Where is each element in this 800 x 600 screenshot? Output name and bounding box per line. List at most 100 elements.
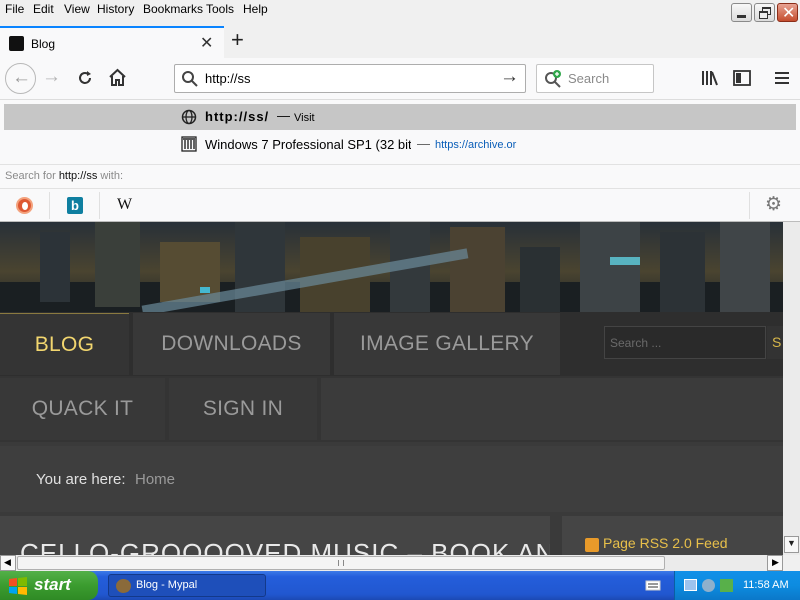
update-icon[interactable] (720, 579, 733, 592)
suggestion-action: Visit (294, 112, 315, 124)
go-arrow-icon[interactable]: → (500, 66, 519, 88)
url-suggestions-popup: http://ss/ — Visit Windows 7 Professiona… (0, 100, 800, 222)
suggestion-url: https://archive.or (435, 139, 517, 151)
one-off-search-engines: b W ⚙ (0, 188, 800, 222)
home-icon[interactable] (108, 68, 127, 87)
nav-quack-it[interactable]: QUACK IT (0, 378, 165, 440)
hero-banner-image (0, 222, 783, 312)
tab-blog[interactable]: Blog ✕ (0, 26, 224, 58)
search-with-label: Search for http://ss with: (0, 164, 800, 188)
suggestion-separator: — (277, 108, 290, 123)
archive-favicon-icon (181, 136, 197, 152)
favicon-icon (9, 36, 24, 51)
search-engine-icon (545, 70, 561, 88)
taskbar-window-title: Blog - Mypal (136, 579, 198, 591)
tab-title: Blog (31, 37, 56, 51)
system-tray: 11:58 AM (674, 571, 800, 600)
suggestion-row[interactable]: Windows 7 Professional SP1 (32 bit — htt… (4, 132, 796, 158)
url-bar[interactable]: http://ss → (174, 64, 526, 93)
globe-icon (181, 109, 197, 125)
duckduckgo-icon[interactable] (16, 197, 33, 214)
divider (749, 192, 750, 219)
chevron-down-icon: ▼ (787, 538, 796, 548)
suggestion-title: Windows 7 Professional SP1 (32 bit (205, 137, 411, 152)
forward-button[interactable]: → (42, 66, 61, 88)
library-icon[interactable] (701, 70, 719, 86)
chevron-left-icon: ◀ (4, 557, 11, 567)
nav-sign-in[interactable]: SIGN IN (169, 378, 317, 440)
search-with-suffix: with: (97, 170, 124, 182)
suggestion-separator: — (417, 136, 430, 151)
scroll-left-button[interactable]: ◀ (0, 555, 16, 571)
breadcrumb-label: You are here: (36, 471, 126, 488)
tab-bar: Blog ✕ + (0, 26, 800, 58)
rss-icon (585, 538, 599, 552)
site-nav-row-2: QUACK IT SIGN IN (0, 376, 783, 442)
bing-icon[interactable]: b (67, 197, 83, 214)
back-arrow-icon: ← (12, 67, 31, 88)
search-with-query: http://ss (58, 170, 98, 182)
article-panel: CELLO-GROOOOVED MUSIC – BOOK AND (0, 516, 550, 555)
menu-help[interactable]: Help (243, 2, 268, 16)
menu-file[interactable]: File (5, 2, 24, 16)
search-bar[interactable]: Search (536, 64, 654, 93)
start-button[interactable]: start (0, 571, 98, 600)
network-icon[interactable] (684, 579, 697, 591)
reload-icon[interactable] (76, 69, 94, 87)
minimize-icon (737, 15, 746, 18)
menu-view[interactable]: View (64, 2, 90, 16)
keyboard-icon[interactable] (645, 577, 661, 593)
vertical-scrollbar[interactable]: ▼ (783, 222, 800, 555)
windows-logo-icon (9, 577, 27, 595)
nav-blog[interactable]: BLOG (0, 313, 129, 375)
windows-taskbar: start Blog - Mypal 11:58 AM (0, 571, 800, 600)
site-nav-row-1: BLOG DOWNLOADS IMAGE GALLERY Search ... … (0, 312, 783, 376)
search-placeholder: Search (568, 71, 610, 86)
scroll-down-button[interactable]: ▼ (784, 536, 799, 553)
suggestion-row[interactable]: http://ss/ — Visit (4, 104, 796, 130)
menu-edit[interactable]: Edit (33, 2, 54, 16)
url-input[interactable]: http://ss (205, 71, 251, 86)
clock[interactable]: 11:58 AM (743, 579, 789, 591)
menu-bar: File Edit View History Bookmarks Tools H… (0, 0, 800, 26)
nav-downloads[interactable]: DOWNLOADS (133, 313, 330, 375)
web-page-content: BLOG DOWNLOADS IMAGE GALLERY Search ... … (0, 222, 783, 555)
minimize-button[interactable] (731, 3, 752, 22)
taskbar-window-button[interactable]: Blog - Mypal (108, 574, 266, 597)
rss-feed-link[interactable]: Page RSS 2.0 Feed (603, 535, 728, 551)
close-icon: ✕ (782, 5, 796, 22)
suggestion-url: http://ss/ (205, 109, 270, 124)
scroll-right-button[interactable]: ▶ (767, 555, 783, 571)
navigation-toolbar: ← → http://ss → Search (0, 58, 800, 100)
sidebar-panel: Page RSS 2.0 Feed (562, 516, 783, 555)
site-search-button[interactable]: S (767, 326, 783, 359)
start-label: start (34, 575, 71, 594)
menu-bookmarks[interactable]: Bookmarks (143, 2, 203, 16)
sidebar-icon[interactable] (733, 70, 751, 86)
back-button[interactable]: ← (5, 63, 36, 94)
chevron-right-icon: ▶ (772, 557, 779, 567)
scroll-thumb[interactable] (17, 556, 665, 570)
site-search-input[interactable]: Search ... (604, 326, 766, 359)
new-tab-button[interactable]: + (231, 27, 244, 53)
breadcrumb: You are here: Home (0, 446, 783, 512)
divider (49, 192, 50, 219)
breadcrumb-home-link[interactable]: Home (135, 471, 175, 488)
search-settings-gear-icon[interactable]: ⚙ (765, 193, 782, 216)
nav-image-gallery[interactable]: IMAGE GALLERY (334, 313, 560, 375)
wikipedia-icon[interactable]: W (117, 196, 132, 214)
horizontal-scrollbar[interactable]: ◀ ▶ (0, 555, 783, 571)
restore-button[interactable] (754, 3, 775, 22)
hamburger-menu-icon[interactable] (774, 70, 790, 86)
mypal-icon (116, 579, 131, 593)
close-window-button[interactable]: ✕ (777, 3, 798, 22)
close-tab-icon[interactable]: ✕ (200, 33, 213, 53)
article-title[interactable]: CELLO-GROOOOVED MUSIC – BOOK AND (20, 538, 550, 555)
menu-history[interactable]: History (97, 2, 134, 16)
search-with-prefix: Search for (5, 170, 59, 182)
site-search-placeholder: Search ... (610, 336, 662, 350)
security-icon[interactable] (702, 579, 715, 592)
divider (99, 192, 100, 219)
menu-tools[interactable]: Tools (206, 2, 234, 16)
search-icon (182, 71, 198, 87)
